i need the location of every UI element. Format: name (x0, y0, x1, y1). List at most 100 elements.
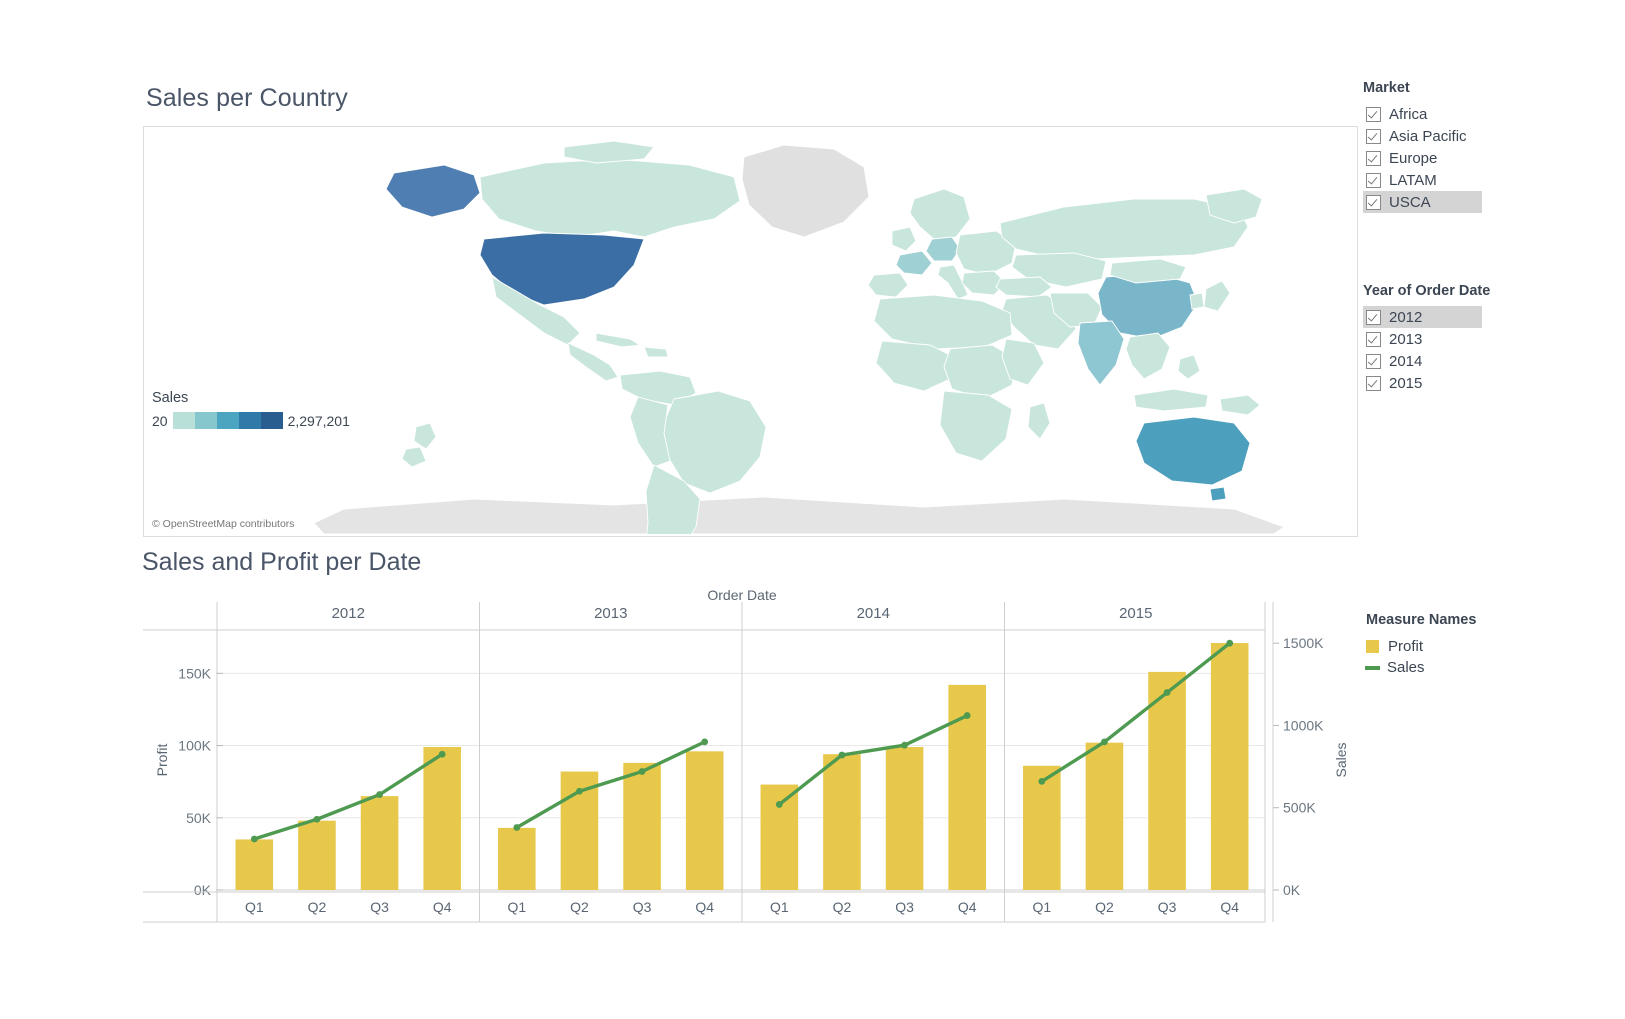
quarter-label[interactable]: Q4 (695, 899, 714, 915)
y-axis-left-tick: 0K (194, 882, 212, 898)
quarter-label[interactable]: Q1 (507, 899, 526, 915)
year-header-label[interactable]: 2013 (594, 605, 627, 622)
year-filter-label: 2013 (1389, 330, 1423, 348)
sales-profit-chart[interactable]: 0K 50K 100K 150K 0K 500K 1000K 1500K Order Date P… (143, 590, 1356, 935)
year-header-label[interactable]: 2012 (332, 605, 365, 622)
profit-bar[interactable] (760, 784, 799, 890)
profit-bar[interactable] (823, 754, 861, 890)
quarter-label[interactable]: Q3 (1158, 899, 1177, 915)
map-legend-row: 20 2,297,201 (152, 412, 350, 429)
sales-point[interactable] (1226, 639, 1234, 647)
market-filter-item-europe[interactable]: Europe (1363, 147, 1482, 169)
checkbox-icon[interactable] (1366, 128, 1381, 144)
sales-point[interactable] (963, 712, 971, 719)
profit-bar[interactable] (360, 796, 399, 890)
profit-bar[interactable] (423, 747, 461, 890)
year-filter: Year of Order Date 2012 2013 2014 2015 (1363, 283, 1613, 394)
map-color-legend: Sales 20 2,297,201 (152, 390, 350, 429)
sales-line[interactable] (777, 713, 969, 807)
market-filter-item-latam[interactable]: LATAM (1363, 169, 1482, 191)
sales-line[interactable] (252, 752, 444, 841)
map-panel[interactable]: Sales 20 2,297,201 © OpenStreetMap contr… (143, 126, 1358, 537)
quarter-label[interactable]: Q3 (370, 899, 389, 915)
sales-point[interactable] (1038, 777, 1046, 785)
year-filter-item-2014[interactable]: 2014 (1363, 350, 1482, 372)
quarter-label[interactable]: Q2 (1095, 899, 1114, 915)
market-filter-item-asia-pacific[interactable]: Asia Pacific (1363, 125, 1482, 147)
quarter-label[interactable]: Q4 (1220, 899, 1239, 915)
sales-point[interactable] (701, 738, 709, 746)
measure-legend-item-profit[interactable]: Profit (1366, 636, 1476, 657)
sales-point[interactable] (250, 835, 258, 843)
profit-bar[interactable] (885, 747, 924, 890)
y-axis-left-title: Profit (154, 744, 170, 777)
chart-title: Sales and Profit per Date (142, 548, 422, 576)
x-axis-title: Order Date (707, 590, 776, 603)
sales-point[interactable] (1101, 738, 1108, 746)
sales-point[interactable] (775, 801, 783, 808)
checkbox-icon[interactable] (1366, 150, 1381, 166)
checkbox-icon[interactable] (1366, 331, 1381, 347)
profit-color-swatch (1366, 640, 1379, 653)
year-filter-title: Year of Order Date (1363, 283, 1491, 299)
country-germany[interactable] (925, 236, 961, 262)
legend-gradient (172, 412, 283, 429)
checkbox-icon[interactable] (1366, 309, 1381, 325)
checkbox-icon[interactable] (1366, 353, 1381, 369)
quarter-label[interactable]: Q1 (245, 899, 264, 915)
y-axis-left-tick: 100K (178, 738, 211, 754)
checkbox-icon[interactable] (1366, 172, 1381, 188)
sales-point[interactable] (313, 815, 321, 823)
checkbox-icon[interactable] (1366, 106, 1381, 122)
market-filter-item-africa[interactable]: Africa (1363, 103, 1482, 125)
sales-line[interactable] (1040, 641, 1232, 784)
profit-bar[interactable] (298, 820, 336, 890)
map-title: Sales per Country (146, 84, 348, 112)
sales-point[interactable] (513, 824, 521, 831)
quarter-label[interactable]: Q2 (570, 899, 589, 915)
year-filter-item-2012[interactable]: 2012 (1363, 306, 1482, 328)
market-filter-label: USCA (1389, 193, 1431, 211)
sales-point[interactable] (1163, 689, 1171, 696)
chart-panel[interactable]: 0K 50K 100K 150K 0K 500K 1000K 1500K Order Date P… (143, 590, 1356, 935)
checkbox-icon[interactable] (1366, 194, 1381, 210)
sales-point[interactable] (438, 750, 446, 758)
profit-bar[interactable] (1085, 742, 1124, 890)
profit-bar[interactable] (685, 751, 724, 890)
quarter-label[interactable]: Q4 (958, 899, 977, 915)
quarter-label[interactable]: Q1 (1032, 899, 1051, 915)
legend-swatch-2 (194, 412, 217, 429)
country-hispaniola[interactable] (643, 346, 669, 358)
year-filter-label: 2014 (1389, 352, 1423, 370)
legend-max-label: 2,297,201 (287, 412, 350, 429)
profit-bar[interactable] (623, 762, 661, 890)
map-attribution[interactable]: © OpenStreetMap contributors (152, 518, 295, 530)
sales-point[interactable] (576, 787, 583, 795)
sales-point[interactable] (376, 791, 383, 798)
country-korea[interactable] (1189, 292, 1205, 310)
quarter-label[interactable]: Q2 (833, 899, 852, 915)
year-header-label[interactable]: 2015 (1119, 605, 1152, 622)
sales-point[interactable] (838, 751, 846, 759)
quarter-label[interactable]: Q3 (633, 899, 652, 915)
year-filter-item-2013[interactable]: 2013 (1363, 328, 1482, 350)
measure-legend-item-sales[interactable]: Sales (1365, 657, 1476, 678)
sales-line[interactable] (515, 740, 707, 830)
year-filter-item-2015[interactable]: 2015 (1363, 372, 1482, 394)
quarter-label[interactable]: Q3 (895, 899, 914, 915)
quarter-label[interactable]: Q2 (308, 899, 327, 915)
map-legend-title: Sales (152, 390, 189, 406)
quarter-label[interactable]: Q1 (770, 899, 789, 915)
world-map[interactable] (144, 127, 1355, 534)
country-tasmania[interactable] (1209, 486, 1227, 502)
profit-bar[interactable] (235, 839, 274, 890)
sales-point[interactable] (901, 741, 908, 749)
legend-swatch-4 (238, 412, 261, 429)
quarter-label[interactable]: Q4 (433, 899, 452, 915)
year-header-label[interactable]: 2014 (857, 605, 890, 622)
profit-bar[interactable] (498, 827, 536, 890)
market-filter-item-usca[interactable]: USCA (1363, 191, 1482, 213)
profit-bar[interactable] (1210, 643, 1249, 890)
checkbox-icon[interactable] (1366, 375, 1381, 391)
sales-point[interactable] (638, 768, 646, 775)
